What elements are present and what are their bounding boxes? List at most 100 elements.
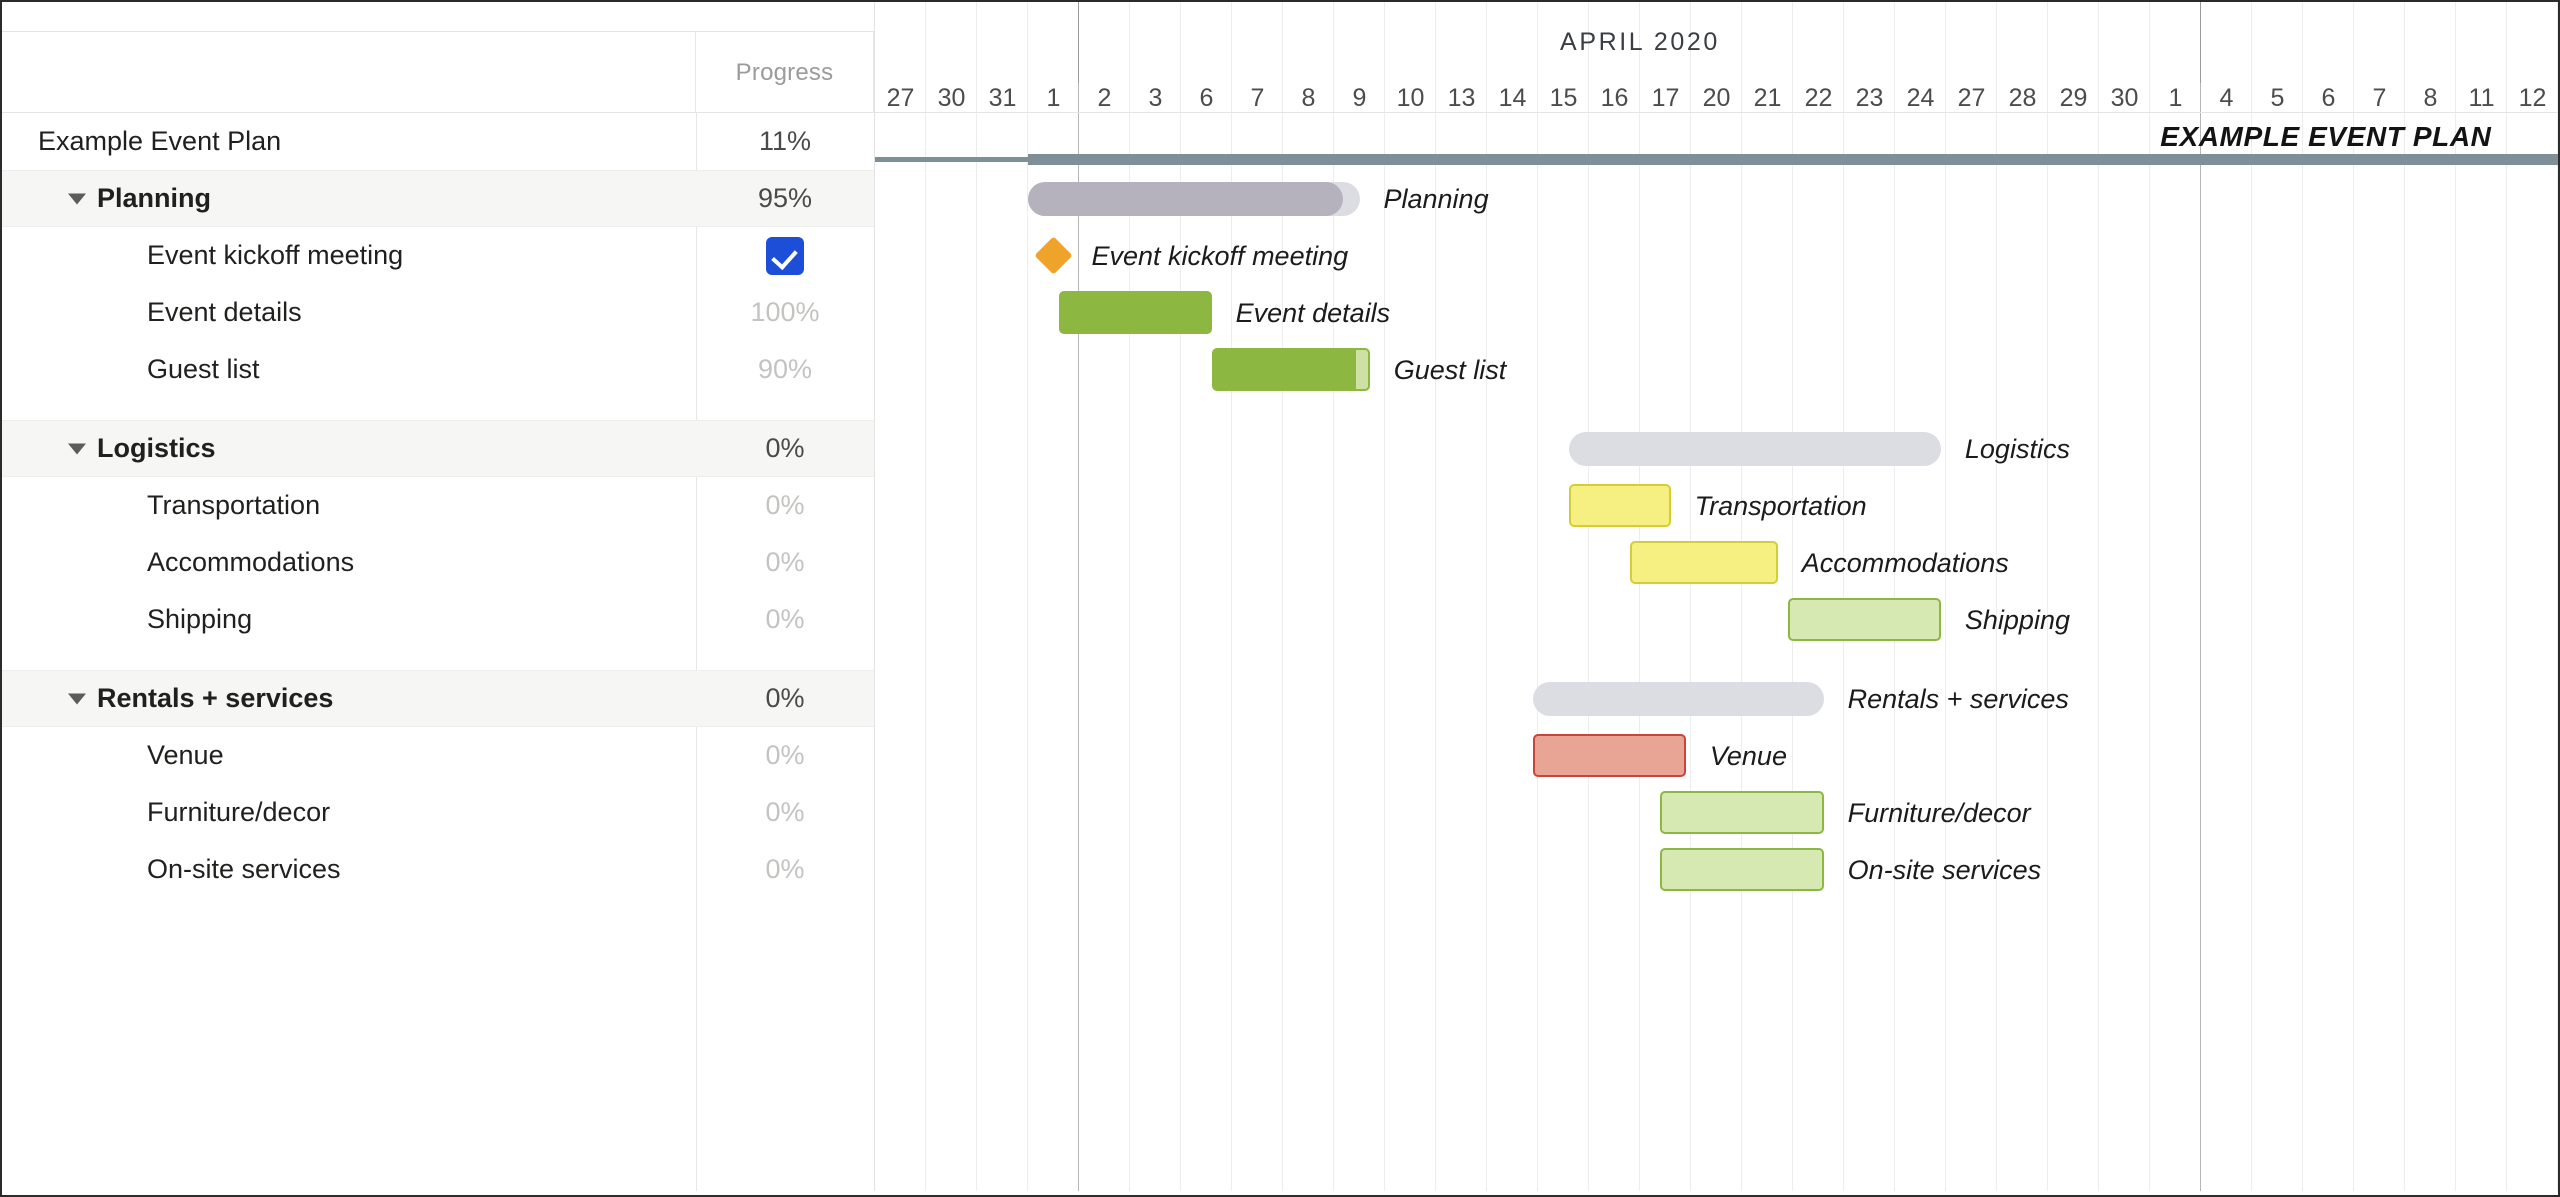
timeline-day-label: 13 [1447, 83, 1476, 112]
bar-label: Transportation [1694, 490, 1867, 521]
task-bar[interactable] [1787, 598, 1941, 641]
task-name-label: Logistics [97, 433, 216, 463]
timeline-day-label: 7 [2372, 83, 2387, 112]
column-header-progress[interactable]: Progress [696, 32, 874, 113]
task-progress-value: 0% [765, 854, 805, 884]
task-row[interactable]: Event details 100% [2, 284, 875, 341]
timeline-day-label: 14 [1498, 83, 1527, 112]
task-progress-value: 0% [765, 547, 805, 577]
task-row[interactable]: Transportation 0% [2, 477, 875, 534]
timeline-day-label: 29 [2059, 83, 2088, 112]
task-progress-value: 0% [765, 797, 805, 827]
bar-label: Planning [1383, 183, 1489, 214]
summary-bar-fill [1028, 181, 1343, 216]
task-progress-value: 0% [765, 604, 805, 634]
gantt-chart-app: Progress Example Event Plan 11% Planning 95… [0, 0, 2560, 1197]
chevron-down-icon[interactable] [68, 693, 86, 704]
task-bar[interactable] [1532, 734, 1686, 777]
task-complete-checkbox[interactable] [696, 236, 874, 275]
timeline-day-label: 2 [1097, 83, 1112, 112]
summary-bar[interactable] [1028, 181, 1360, 216]
task-bar-fill [1213, 350, 1356, 389]
timeline-day-label: 30 [937, 83, 966, 112]
bar-label: Logistics [1964, 433, 2070, 464]
summary-bar[interactable] [1568, 431, 1941, 466]
task-list-pane: Progress Example Event Plan 11% Planning 95… [2, 2, 875, 1195]
task-progress-value: 0% [765, 433, 805, 463]
task-row[interactable]: Venue 0% [2, 727, 875, 784]
timeline-day-label: 20 [1702, 83, 1731, 112]
timeline-pane: APRIL 2020 27 30 31 1 2 3 6 7 8 9 10 13 14 15 16 17 20 21… [875, 2, 2558, 1191]
task-name-label: Example Event Plan [38, 126, 282, 156]
month-boundary-line [1078, 2, 1079, 83]
timeline-day-label: 16 [1600, 83, 1629, 112]
task-bar[interactable] [1660, 791, 1824, 834]
bar-label: Event kickoff meeting [1091, 240, 1349, 271]
task-bar[interactable] [1058, 291, 1212, 334]
project-summary-bar[interactable] [1028, 154, 2558, 165]
task-group-row[interactable]: Rentals + services 0% [2, 670, 875, 727]
task-progress-value: 0% [765, 740, 805, 770]
timeline-day-label: 23 [1855, 83, 1884, 112]
timeline-day-label: 9 [1352, 83, 1367, 112]
milestone-diamond-icon[interactable] [1034, 236, 1073, 275]
bar-label: Shipping [1964, 604, 2070, 635]
check-icon [766, 236, 804, 275]
task-list-body: Example Event Plan 11% Planning 95% Event ki… [2, 113, 875, 1191]
task-bar[interactable] [1211, 348, 1370, 391]
timeline-day-label: 8 [2423, 83, 2438, 112]
task-row[interactable]: Shipping 0% [2, 591, 875, 648]
column-header-name[interactable] [2, 32, 696, 113]
task-progress-value: 0% [765, 683, 805, 713]
project-timeline-title: EXAMPLE EVENT PLAN [2160, 121, 2492, 152]
timeline-day-label: 10 [1396, 83, 1425, 112]
task-name-label: Rentals + services [97, 683, 334, 713]
bar-label: Venue [1709, 740, 1787, 771]
timeline-day-label: 7 [1250, 83, 1265, 112]
bar-label: Rentals + services [1847, 683, 2069, 714]
column-header-progress-label: Progress [735, 58, 834, 86]
timeline-day-label: 1 [2168, 83, 2183, 112]
task-name-label: Planning [97, 183, 211, 213]
timeline-month-label: APRIL 2020 [1079, 2, 2201, 83]
timeline-day-label: 4 [2219, 83, 2234, 112]
timeline-day-label: 31 [988, 83, 1017, 112]
task-group-row[interactable]: Logistics 0% [2, 420, 875, 477]
task-row[interactable]: Accommodations 0% [2, 534, 875, 591]
project-summary-bar-tail [875, 157, 1028, 162]
timeline-day-label: 12 [2518, 83, 2547, 112]
timeline-day-label: 30 [2110, 83, 2139, 112]
timeline-day-label: 3 [1148, 83, 1163, 112]
timeline-day-label: 24 [1906, 83, 1935, 112]
timeline-day-label: 21 [1753, 83, 1782, 112]
timeline-day-label: 11 [2468, 83, 2495, 112]
bar-label: Guest list [1393, 354, 1507, 385]
task-row[interactable]: Example Event Plan 11% [2, 113, 875, 170]
timeline-day-label: 6 [1199, 83, 1214, 112]
timeline-day-label: 6 [2321, 83, 2336, 112]
task-row[interactable]: Event kickoff meeting [2, 227, 875, 284]
timeline-day-label: 15 [1549, 83, 1578, 112]
task-bar[interactable] [1568, 484, 1671, 527]
summary-bar[interactable] [1532, 681, 1824, 716]
task-row[interactable]: On-site services 0% [2, 841, 875, 898]
header-top-strip [2, 2, 875, 32]
task-bar[interactable] [1660, 848, 1824, 891]
bar-label: Accommodations [1801, 547, 2009, 578]
timeline-day-label: 5 [2270, 83, 2285, 112]
task-group-row[interactable]: Planning 95% [2, 170, 875, 227]
bar-label: On-site services [1847, 854, 2042, 885]
timeline-day-labels: 27 30 31 1 2 3 6 7 8 9 10 13 14 15 16 17 20 21 22 23 24 27 28 2… [875, 83, 2558, 113]
timeline-day-label: 17 [1651, 83, 1680, 112]
timeline-day-label: 22 [1804, 83, 1833, 112]
task-list-header: Progress [2, 2, 875, 113]
task-row[interactable]: Guest list 90% [2, 341, 875, 398]
month-boundary-line [2200, 2, 2201, 83]
chevron-down-icon[interactable] [68, 443, 86, 454]
chevron-down-icon[interactable] [68, 193, 86, 204]
task-bar[interactable] [1629, 541, 1778, 584]
task-row[interactable]: Furniture/decor 0% [2, 784, 875, 841]
month-text: APRIL 2020 [1560, 28, 1720, 56]
timeline-day-label: 27 [1957, 83, 1986, 112]
bar-label: Furniture/decor [1847, 797, 2031, 828]
